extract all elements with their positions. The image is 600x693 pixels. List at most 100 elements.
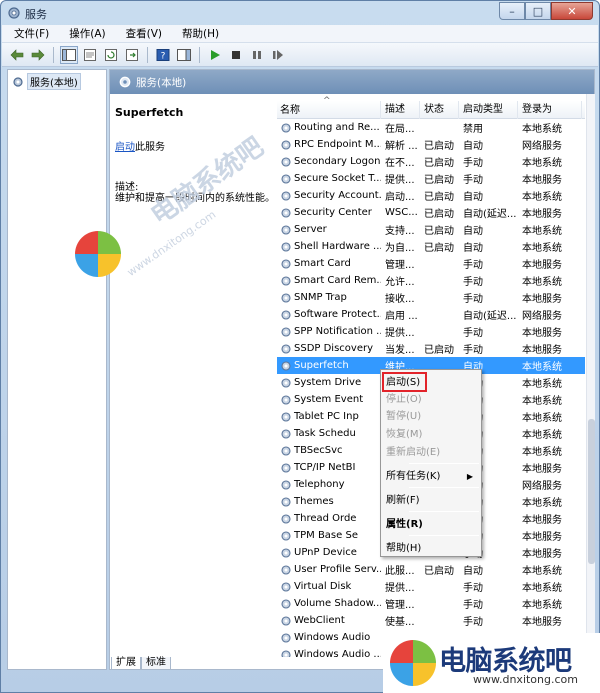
properties-icon — [84, 48, 96, 61]
pause-service-button[interactable] — [248, 46, 266, 64]
service-gear-icon — [281, 156, 291, 167]
service-row[interactable]: Shell Hardware ... 为自... 已启动 自动 本地系统 — [277, 238, 585, 255]
properties-button[interactable] — [81, 46, 99, 64]
service-startup-type-cell: 自动 — [463, 226, 483, 237]
service-name: Virtual Disk — [294, 581, 352, 592]
show-hide-tree-button[interactable] — [60, 45, 78, 64]
title-bar[interactable]: 服务 – □ ✕ — [1, 1, 599, 25]
service-log-on-as-cell: 本地服务 — [522, 294, 562, 305]
column-header-description[interactable]: 描述 — [381, 101, 420, 119]
service-gear-icon — [281, 360, 291, 371]
service-gear-icon — [281, 428, 291, 439]
column-header-startup-type[interactable]: 启动类型 — [459, 101, 518, 119]
service-log-on-as-cell: 本地系统 — [522, 566, 562, 577]
service-row[interactable]: SNMP Trap 接收... 手动 本地服务 — [277, 289, 585, 306]
service-log-on-as-cell: 本地服务 — [522, 464, 562, 475]
menu-view[interactable]: 查看(V) — [114, 26, 170, 41]
service-name-cell: User Profile Serv... — [277, 564, 381, 576]
menu-separator — [409, 463, 479, 464]
service-name: Secondary Logon — [294, 156, 381, 167]
service-row[interactable]: WebClient 使基... 手动 本地服务 — [277, 612, 585, 629]
service-row[interactable]: Smart Card Rem... 允许... 手动 本地系统 — [277, 272, 585, 289]
service-name: System Event — [294, 394, 364, 405]
refresh-button[interactable] — [102, 46, 120, 64]
start-service-button[interactable] — [206, 46, 224, 64]
service-gear-icon — [281, 224, 291, 235]
service-row[interactable]: SPP Notification ... 提供... 手动 本地服务 — [277, 323, 585, 340]
service-description-cell: 支持... — [385, 226, 415, 237]
service-row[interactable]: Server 支持... 已启动 自动 本地系统 — [277, 221, 585, 238]
service-gear-icon — [281, 173, 291, 184]
service-row[interactable]: Volume Shadow... 管理... 手动 本地系统 — [277, 595, 585, 612]
service-row[interactable]: Secure Socket T... 提供... 已启动 手动 本地服务 — [277, 170, 585, 187]
service-row[interactable]: Smart Card 管理... 手动 本地服务 — [277, 255, 585, 272]
start-service-link[interactable]: 启动 — [115, 142, 135, 153]
column-header-name[interactable]: 名称 — [277, 94, 381, 119]
refresh-icon — [105, 48, 117, 61]
service-log-on-as-cell: 本地服务 — [522, 549, 562, 560]
menu-action[interactable]: 操作(A) — [57, 26, 113, 41]
service-log-on-as-cell: 本地系统 — [522, 158, 562, 169]
column-header-log-on-as[interactable]: 登录为 — [518, 101, 582, 119]
service-row[interactable]: Secondary Logon 在不... 已启动 手动 本地系统 — [277, 153, 585, 170]
restart-service-button[interactable] — [269, 46, 287, 64]
tab-standard[interactable]: 标准 — [141, 657, 171, 670]
tree-node-services-local[interactable]: 服务(本地) — [12, 73, 81, 90]
service-gear-icon — [281, 292, 291, 303]
service-row[interactable]: Routing and Re... 在局... 禁用 本地系统 — [277, 119, 585, 136]
menu-item-properties[interactable]: 属性(R) — [386, 517, 478, 533]
service-row[interactable]: RPC Endpoint M... 解析 ... 已启动 自动 网络服务 — [277, 136, 585, 153]
menu-item-help[interactable]: 帮助(H) — [386, 541, 478, 557]
service-startup-type-cell: 自动 — [463, 192, 483, 203]
service-row[interactable]: Security Account... 启动... 已启动 自动 本地系统 — [277, 187, 585, 204]
service-gear-icon — [281, 581, 291, 592]
service-gear-icon — [281, 258, 291, 269]
service-status-cell: 已启动 — [424, 192, 454, 203]
menu-help[interactable]: 帮助(H) — [170, 26, 227, 41]
service-row[interactable]: Software Protect... 启用 ... 自动(延迟... 网络服务 — [277, 306, 585, 323]
close-button[interactable]: ✕ — [551, 2, 593, 20]
column-header-status[interactable]: 状态 — [420, 101, 459, 119]
service-log-on-as-cell: 本地服务 — [522, 617, 562, 628]
minimize-button[interactable]: – — [499, 2, 525, 20]
show-action-pane-button[interactable] — [175, 46, 193, 64]
forward-button[interactable] — [29, 46, 47, 64]
services-window: 服务 – □ ✕ 文件(F) 操作(A) 查看(V) 帮助(H) ? 服务(本地… — [0, 0, 600, 693]
vertical-scrollbar[interactable] — [586, 94, 595, 657]
service-log-on-as-cell: 本地系统 — [522, 498, 562, 509]
export-list-button[interactable] — [123, 46, 141, 64]
service-gear-icon — [281, 564, 291, 575]
service-row[interactable]: User Profile Serv... 此服... 已启动 自动 本地系统 — [277, 561, 585, 578]
service-description-cell: 当发... — [385, 345, 415, 356]
maximize-button[interactable]: □ — [525, 2, 551, 20]
service-gear-icon — [281, 411, 291, 422]
scrollbar-thumb[interactable] — [588, 419, 595, 564]
menu-item-all-tasks[interactable]: 所有任务(K) ▶ — [386, 469, 478, 485]
menu-item-refresh[interactable]: 刷新(F) — [386, 493, 478, 509]
service-name: Software Protect... — [294, 309, 381, 320]
service-row[interactable]: Security Center WSC... 已启动 自动(延迟... 本地服务 — [277, 204, 585, 221]
service-startup-type-cell: 手动 — [463, 277, 483, 288]
service-description-cell: 此服... — [385, 566, 415, 577]
service-description-cell: 启用 ... — [385, 311, 418, 322]
service-gear-icon — [281, 377, 291, 388]
service-log-on-as-cell: 网络服务 — [522, 141, 562, 152]
service-status-cell: 已启动 — [424, 158, 454, 169]
menu-file[interactable]: 文件(F) — [2, 26, 57, 41]
service-startup-type-cell: 手动 — [463, 345, 483, 356]
service-row[interactable]: Virtual Disk 提供... 手动 本地系统 — [277, 578, 585, 595]
service-name-cell: TBSecSvc — [277, 445, 381, 457]
window-title: 服务 — [25, 8, 47, 21]
help-button[interactable]: ? — [154, 46, 172, 64]
tab-extended[interactable]: 扩展 — [111, 657, 141, 670]
back-button[interactable] — [8, 46, 26, 64]
service-description-cell: 接收... — [385, 294, 415, 305]
menu-item-stop: 停止(O) — [386, 394, 422, 405]
service-name-cell: WebClient — [277, 615, 381, 627]
service-name-cell: Shell Hardware ... — [277, 241, 381, 253]
service-row[interactable]: SSDP Discovery 当发... 已启动 手动 本地服务 — [277, 340, 585, 357]
stop-service-button[interactable] — [227, 46, 245, 64]
pane-header: 服务(本地) — [110, 70, 594, 94]
services-pane: 服务(本地) Superfetch 启动此服务 描述: 维护和提高一段时间内的系… — [109, 69, 595, 670]
service-log-on-as-cell: 本地服务 — [522, 532, 562, 543]
